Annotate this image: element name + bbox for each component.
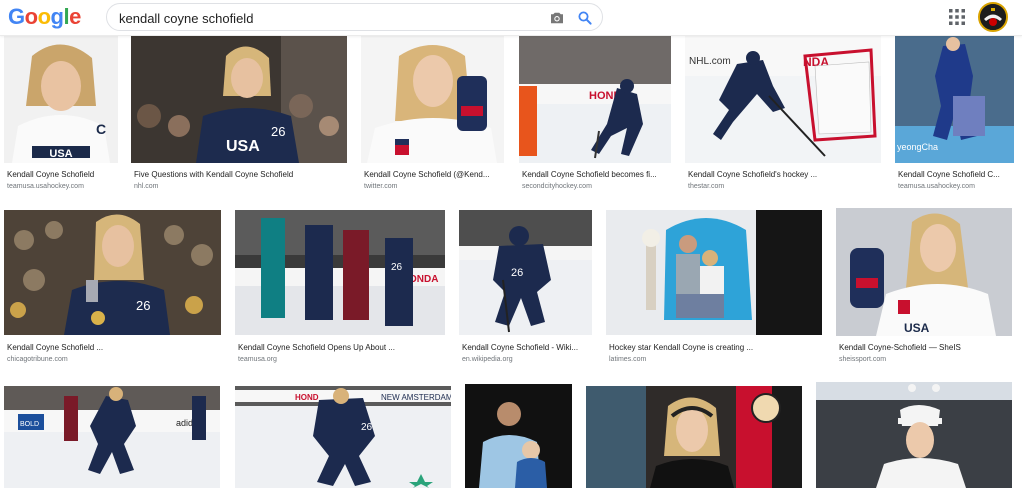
result-image[interactable] xyxy=(606,210,822,335)
result-image[interactable] xyxy=(816,382,1012,488)
result-caption[interactable]: Hockey star Kendall Coyne is creating ..… xyxy=(609,343,821,352)
avatar-image xyxy=(980,4,1006,30)
result-source: teamusa.org xyxy=(238,356,277,363)
logo-letter: g xyxy=(50,4,64,29)
svg-text:C: C xyxy=(96,121,106,137)
result-source: teamusa.usahockey.com xyxy=(7,183,84,190)
svg-text:BOLD: BOLD xyxy=(20,421,39,428)
result-card[interactable]: USA 26 Five Questions with Kendall Coyne… xyxy=(131,36,347,196)
google-logo[interactable]: Google xyxy=(8,4,81,30)
result-card[interactable] xyxy=(816,382,1012,488)
logo-letter: o xyxy=(24,4,38,29)
result-card[interactable]: ONDA 26 Kendall Coyne Schofield Opens Up… xyxy=(235,210,445,370)
logo-letter: e xyxy=(69,4,81,29)
result-caption[interactable]: Kendall Coyne Schofield (@Kend... xyxy=(364,170,502,179)
top-bar: Google xyxy=(0,0,1022,36)
result-caption[interactable]: Kendall Coyne Schofield's hockey ... xyxy=(688,170,878,179)
result-source: twitter.com xyxy=(364,183,398,190)
logo-letter: o xyxy=(37,4,51,29)
result-caption[interactable]: Kendall Coyne-Schofield — SheIS xyxy=(839,343,1011,352)
result-image[interactable]: USA 26 xyxy=(131,36,347,163)
svg-text:26: 26 xyxy=(271,124,285,139)
result-card[interactable]: Kendall Coyne Schofield (@Kend... twitte… xyxy=(361,36,504,196)
result-image[interactable] xyxy=(465,384,572,488)
svg-text:26: 26 xyxy=(391,262,403,273)
svg-text:HOND: HOND xyxy=(295,393,319,402)
result-image[interactable]: USA C xyxy=(4,36,118,163)
result-caption[interactable]: Kendall Coyne Schofield - Wiki... xyxy=(462,343,592,352)
result-caption[interactable]: Kendall Coyne Schofield Opens Up About .… xyxy=(238,343,444,352)
result-image[interactable]: USA xyxy=(836,208,1012,336)
result-image[interactable]: yeongCha xyxy=(895,36,1014,163)
camera-icon[interactable] xyxy=(547,9,567,27)
svg-text:USA: USA xyxy=(49,148,72,160)
result-source: latimes.com xyxy=(609,356,647,363)
svg-text:NHL.com: NHL.com xyxy=(689,56,731,67)
search-input[interactable] xyxy=(119,9,539,27)
result-image[interactable] xyxy=(361,36,504,163)
result-source: en.wikipedia.org xyxy=(462,356,513,363)
svg-text:NEW AMSTERDAM: NEW AMSTERDAM xyxy=(381,393,451,402)
result-source: chicagotribune.com xyxy=(7,356,68,363)
result-card[interactable]: USA C Kendall Coyne Schofield teamusa.us… xyxy=(4,36,118,196)
result-source: teamusa.usahockey.com xyxy=(898,183,975,190)
result-source: secondcityhockey.com xyxy=(522,183,592,190)
result-card[interactable]: USA Kendall Coyne-Schofield — SheIS shei… xyxy=(836,208,1012,368)
result-card[interactable] xyxy=(586,386,802,488)
result-image[interactable]: HONDA xyxy=(519,36,671,163)
result-card[interactable]: 26 Kendall Coyne Schofield - Wiki... en.… xyxy=(459,210,592,370)
svg-text:26: 26 xyxy=(511,267,523,279)
result-card[interactable]: NHL.com NDA Kendall Coyne Schofield's ho… xyxy=(685,36,881,196)
svg-text:ONDA: ONDA xyxy=(409,274,438,285)
apps-grid-icon[interactable] xyxy=(948,8,966,26)
result-image[interactable]: ONDA 26 xyxy=(235,210,445,335)
result-caption[interactable]: Kendall Coyne Schofield becomes fi... xyxy=(522,170,668,179)
result-image[interactable]: 26 xyxy=(459,210,592,335)
result-caption[interactable]: Kendall Coyne Schofield C... xyxy=(898,170,1014,179)
result-source: nhl.com xyxy=(134,183,159,190)
result-image[interactable]: BOLD adidas xyxy=(4,386,220,488)
svg-text:26: 26 xyxy=(136,298,150,313)
result-card[interactable] xyxy=(465,384,572,488)
result-image[interactable]: NEW AMSTERDAM HOND 26 xyxy=(235,386,451,488)
svg-text:USA: USA xyxy=(226,138,260,155)
result-image[interactable]: 26 xyxy=(4,210,221,335)
result-card[interactable]: HONDA Kendall Coyne Schofield becomes fi… xyxy=(519,36,671,196)
search-box xyxy=(106,3,603,31)
result-card[interactable]: 26 Kendall Coyne Schofield ... chicagotr… xyxy=(4,210,221,370)
result-source: thestar.com xyxy=(688,183,725,190)
result-image[interactable] xyxy=(586,386,802,488)
result-caption[interactable]: Kendall Coyne Schofield ... xyxy=(7,343,222,352)
result-source: sheissport.com xyxy=(839,356,887,363)
svg-text:USA: USA xyxy=(904,321,930,335)
result-card[interactable]: BOLD adidas xyxy=(4,386,220,488)
svg-text:yeongCha: yeongCha xyxy=(897,142,938,152)
result-card[interactable]: Hockey star Kendall Coyne is creating ..… xyxy=(606,210,822,370)
result-caption[interactable]: Five Questions with Kendall Coyne Schofi… xyxy=(134,170,348,179)
search-icon[interactable] xyxy=(575,9,595,27)
account-avatar[interactable] xyxy=(978,2,1008,32)
logo-letter: G xyxy=(8,4,25,29)
result-card[interactable]: yeongCha Kendall Coyne Schofield C... te… xyxy=(895,36,1014,196)
result-image[interactable]: NHL.com NDA xyxy=(685,36,881,163)
result-caption[interactable]: Kendall Coyne Schofield xyxy=(7,170,119,179)
result-card[interactable]: NEW AMSTERDAM HOND 26 xyxy=(235,386,451,488)
svg-text:26: 26 xyxy=(361,422,373,433)
